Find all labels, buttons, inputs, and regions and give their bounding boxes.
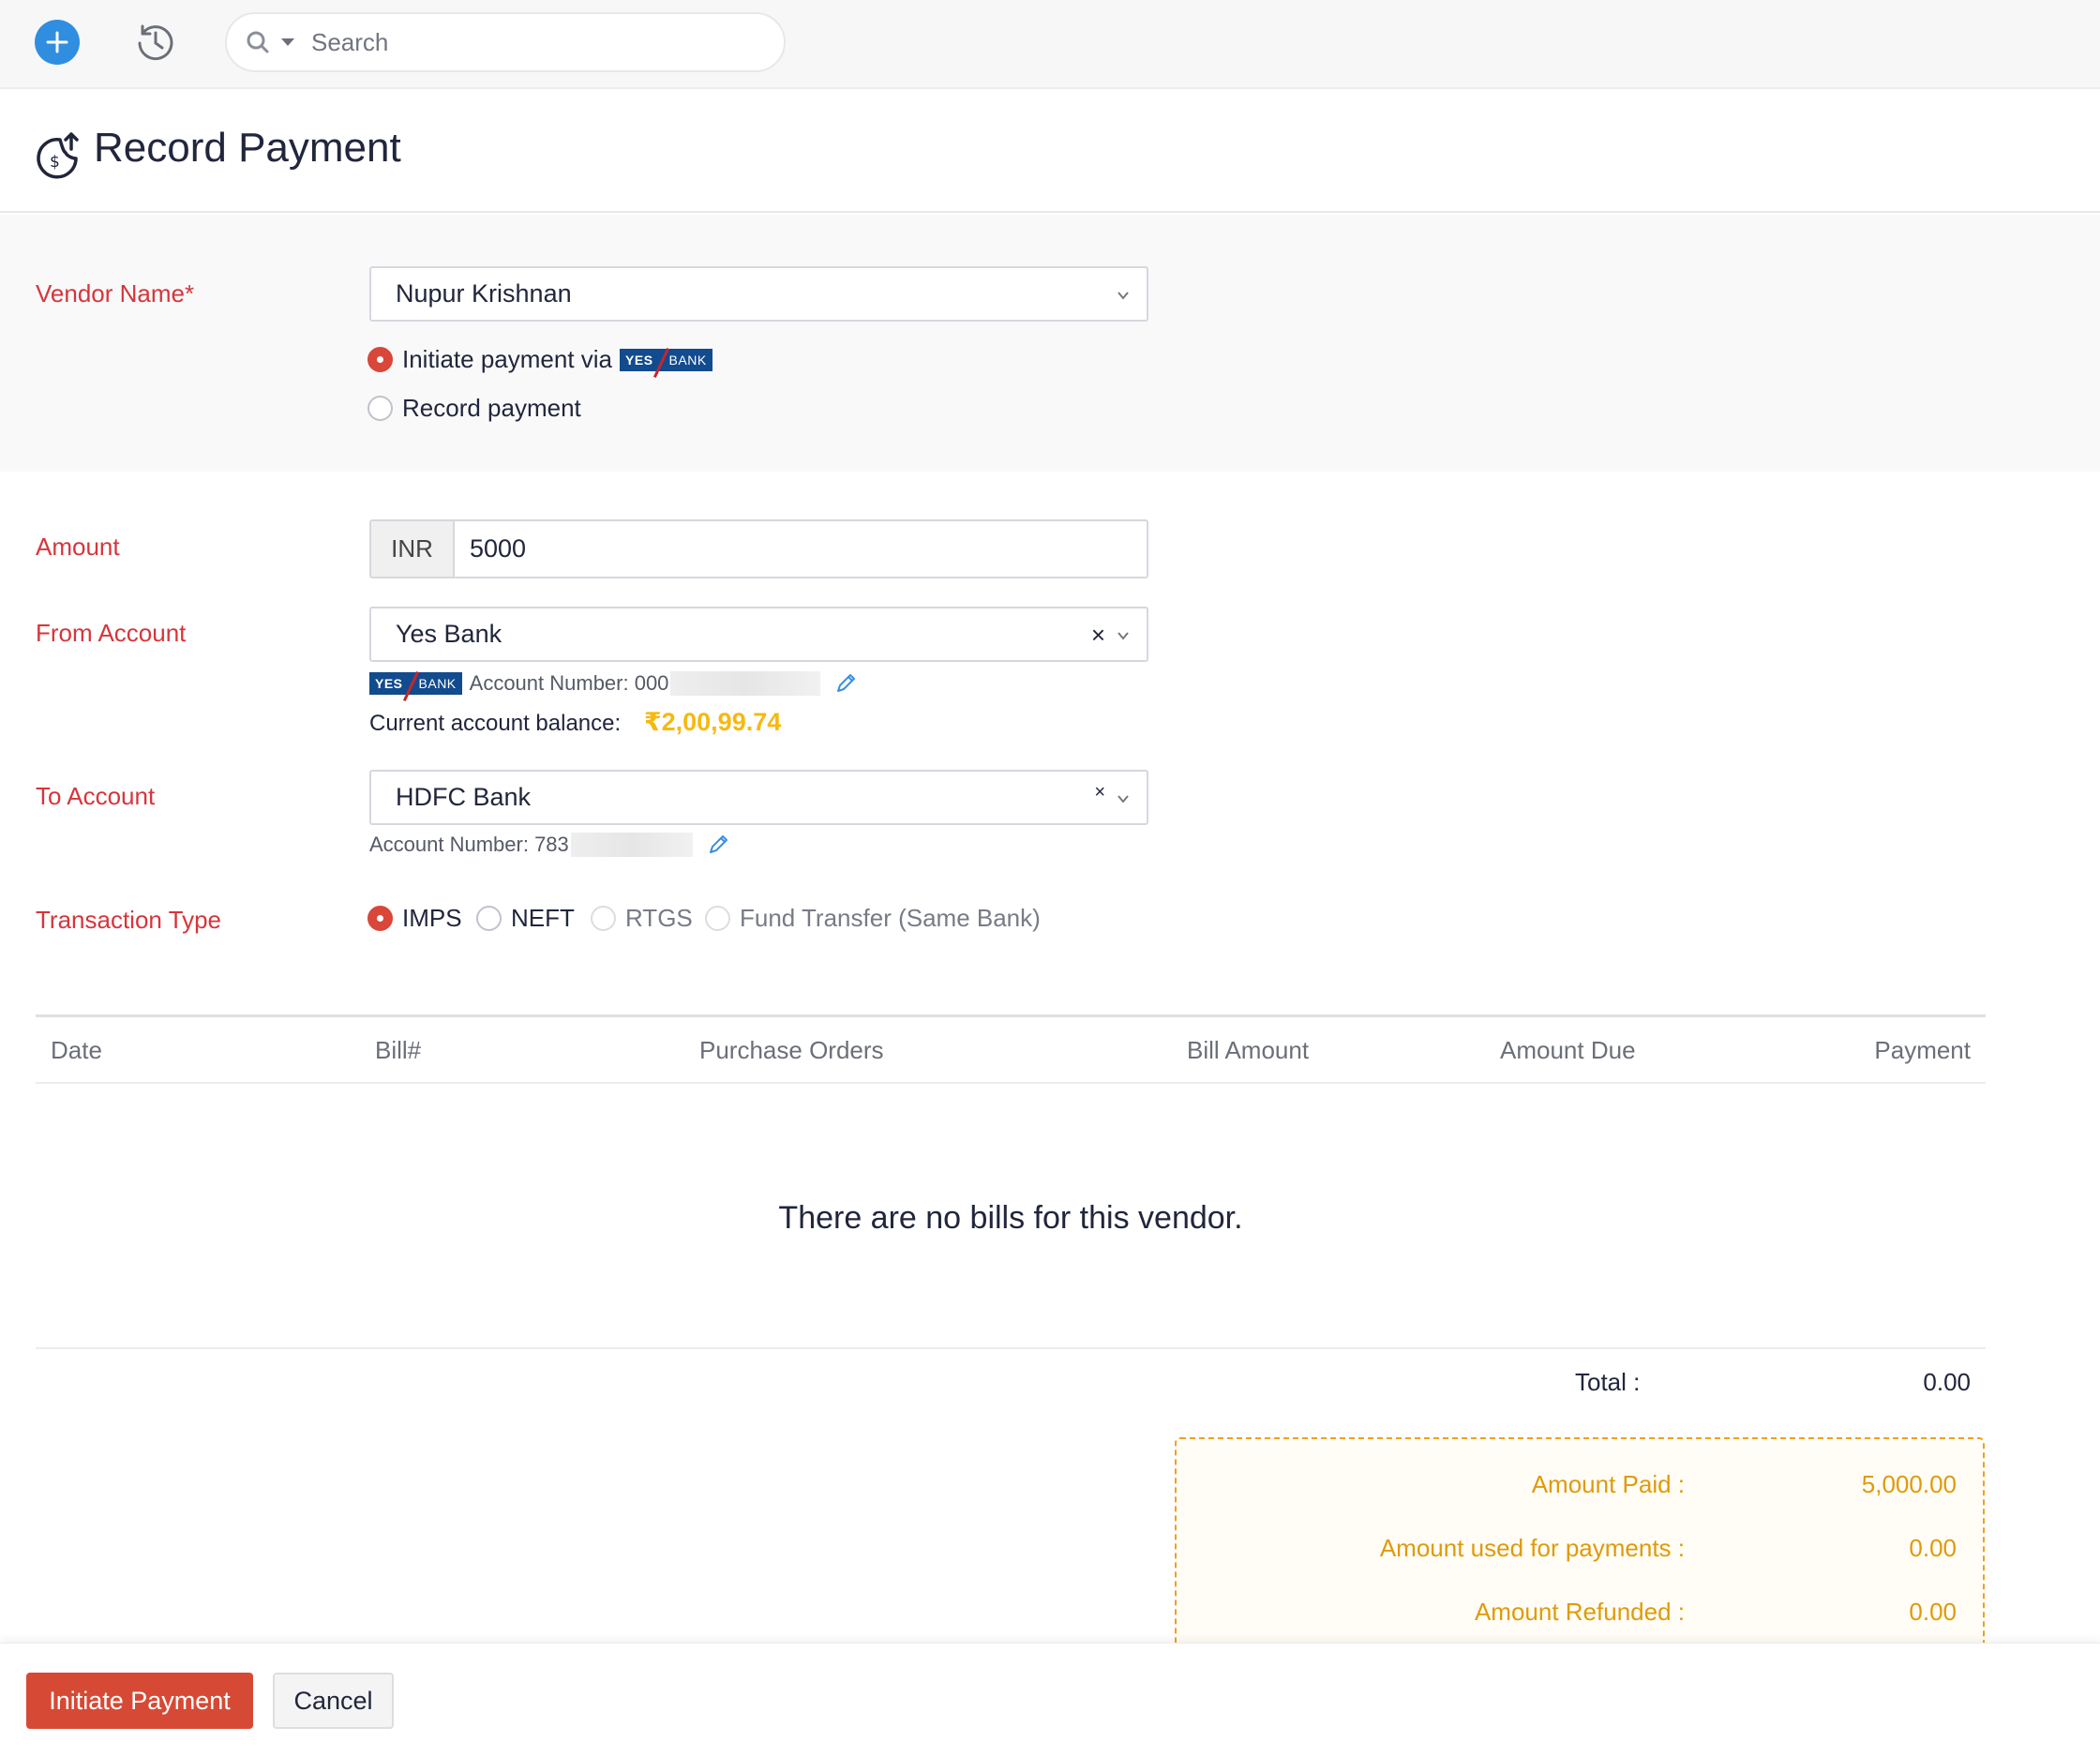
vendor-section xyxy=(0,215,2100,472)
transaction-type-label: Transaction Type xyxy=(36,906,221,934)
masked-account-number xyxy=(670,671,821,696)
radio-button-disabled[interactable] xyxy=(591,906,616,931)
currency-prefix: INR xyxy=(371,521,455,577)
yes-bank-logo: YES BANK xyxy=(369,670,462,702)
pencil-edit-icon[interactable] xyxy=(833,671,858,696)
yes-bank-logo-tick xyxy=(652,347,669,378)
yes-bank-logo-right: BANK xyxy=(418,676,457,691)
chevron-down-icon xyxy=(1118,795,1129,803)
yes-bank-logo: YES BANK xyxy=(620,347,712,378)
search-bar xyxy=(225,12,786,72)
radio-record-label: Record payment xyxy=(402,394,581,422)
from-account-number: Account Number: 000 xyxy=(469,671,669,695)
clear-icon[interactable]: × xyxy=(1091,623,1105,647)
column-date: Date xyxy=(51,1036,102,1064)
amount-label: Amount xyxy=(36,533,120,561)
from-account-select[interactable]: Yes Bank × xyxy=(369,607,1148,662)
masked-account-number xyxy=(570,833,693,857)
pencil-edit-icon[interactable] xyxy=(706,833,730,857)
balance-label: Current account balance: xyxy=(369,711,622,736)
column-purchase-orders: Purchase Orders xyxy=(699,1036,884,1064)
vendor-name-label: Vendor Name* xyxy=(36,279,195,308)
radio-initiate-label: Initiate payment via xyxy=(402,345,613,373)
cancel-button[interactable]: Cancel xyxy=(273,1673,394,1729)
chevron-down-icon xyxy=(1118,632,1129,640)
current-balance: Current account balance: ₹2,00,99.74 xyxy=(369,708,781,737)
radio-imps[interactable]: IMPS xyxy=(368,904,462,933)
total-value: 0.00 xyxy=(1923,1368,1971,1396)
initiate-payment-button[interactable]: Initiate Payment xyxy=(26,1673,253,1729)
radio-fund-transfer-label: Fund Transfer (Same Bank) xyxy=(740,904,1041,932)
table-divider xyxy=(36,1347,1986,1349)
yes-bank-logo-left: YES xyxy=(625,352,653,368)
top-bar xyxy=(0,0,2100,89)
amount-used-value: 0.00 xyxy=(1909,1534,1957,1562)
column-amount-due: Amount Due xyxy=(1500,1036,1636,1064)
yes-bank-logo-left: YES xyxy=(375,676,403,691)
plus-icon xyxy=(46,31,68,53)
balance-value: ₹2,00,99.74 xyxy=(643,708,782,736)
radio-button[interactable] xyxy=(368,396,393,421)
radio-neft-label: NEFT xyxy=(511,904,575,932)
radio-imps-label: IMPS xyxy=(402,904,462,932)
quick-create-button[interactable] xyxy=(35,20,80,65)
amount-refunded-value: 0.00 xyxy=(1909,1598,1957,1626)
radio-record-payment[interactable]: Record payment xyxy=(368,394,581,423)
bills-table-header: Date Bill# Purchase Orders Bill Amount A… xyxy=(36,1014,1986,1084)
amount-paid-label: Amount Paid : xyxy=(1531,1470,1685,1498)
column-payment: Payment xyxy=(1874,1036,1971,1064)
amount-field: INR xyxy=(369,519,1148,578)
amount-refunded-label: Amount Refunded : xyxy=(1474,1598,1685,1626)
to-account-details: Account Number: 783 xyxy=(369,833,730,857)
search-icon[interactable] xyxy=(244,28,272,56)
amount-used-label: Amount used for payments : xyxy=(1379,1534,1685,1562)
radio-rtgs-label: RTGS xyxy=(625,904,693,932)
to-account-number: Account Number: 783 xyxy=(369,833,569,856)
yes-bank-logo-right: BANK xyxy=(668,352,707,368)
radio-button-disabled[interactable] xyxy=(705,906,730,931)
from-account-details: YES BANK Account Number: 000 xyxy=(369,670,858,702)
search-input[interactable] xyxy=(311,27,761,57)
radio-button[interactable] xyxy=(476,906,502,931)
from-account-label: From Account xyxy=(36,619,187,647)
clear-icon[interactable]: × xyxy=(1094,783,1105,802)
page-title: Record Payment xyxy=(94,125,401,171)
page-header: $ Record Payment xyxy=(0,91,2100,213)
vendor-name-value: Nupur Krishnan xyxy=(396,279,572,308)
radio-initiate-payment[interactable]: Initiate payment via YES BANK xyxy=(368,345,712,378)
radio-button-checked[interactable] xyxy=(368,347,393,372)
amount-input[interactable] xyxy=(455,521,1147,577)
empty-bills-message: There are no bills for this vendor. xyxy=(778,1200,1243,1236)
radio-neft[interactable]: NEFT xyxy=(476,904,575,933)
to-account-value: HDFC Bank xyxy=(396,783,532,811)
vendor-name-select[interactable]: Nupur Krishnan xyxy=(369,266,1148,322)
column-bill-amount: Bill Amount xyxy=(1187,1036,1310,1064)
radio-rtgs[interactable]: RTGS xyxy=(591,904,693,933)
total-label: Total : xyxy=(1575,1368,1641,1396)
payment-dollar-arrow-icon: $ xyxy=(37,132,79,179)
yes-bank-logo-tick xyxy=(402,670,419,702)
to-account-label: To Account xyxy=(36,782,156,810)
to-account-select[interactable]: HDFC Bank × xyxy=(369,770,1148,825)
radio-button-checked[interactable] xyxy=(368,906,393,931)
search-filter-dropdown-icon[interactable] xyxy=(281,38,294,46)
svg-text:$: $ xyxy=(50,153,60,172)
from-account-value: Yes Bank xyxy=(396,620,502,648)
column-bill-number: Bill# xyxy=(375,1036,422,1064)
history-clock-icon xyxy=(138,24,173,61)
form-footer: Initiate Payment Cancel xyxy=(0,1643,2100,1757)
chevron-down-icon xyxy=(1118,292,1129,300)
amount-paid-value: 5,000.00 xyxy=(1861,1470,1957,1498)
recent-history-button[interactable] xyxy=(134,21,177,64)
radio-fund-transfer[interactable]: Fund Transfer (Same Bank) xyxy=(705,904,1041,933)
